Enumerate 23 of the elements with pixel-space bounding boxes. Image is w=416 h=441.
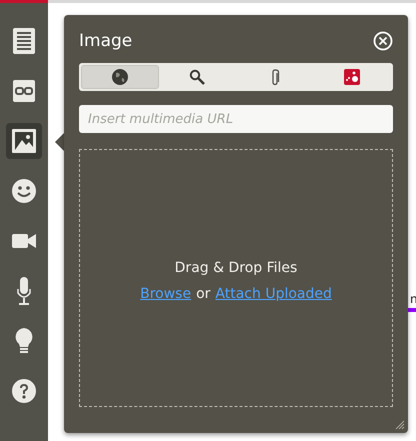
app-icon	[344, 69, 360, 85]
drop-text: Drag & Drop Files	[174, 260, 298, 276]
link-icon	[13, 80, 35, 102]
resize-handle-icon[interactable]	[395, 420, 405, 430]
search-icon	[189, 69, 206, 85]
close-icon[interactable]	[373, 31, 393, 51]
drop-zone[interactable]: Drag & Drop Files Browse or Attach Uploaded	[79, 149, 393, 407]
smiley-icon	[12, 179, 36, 203]
attach-uploaded-link[interactable]: Attach Uploaded	[215, 286, 332, 302]
microphone-icon	[16, 277, 32, 305]
video-camera-icon	[12, 233, 36, 249]
url-field[interactable]: Insert multimedia URL	[79, 105, 393, 133]
sidebar-button[interactable]	[6, 123, 42, 159]
or-text: or	[196, 286, 210, 302]
document-icon	[13, 28, 35, 54]
image-icon	[12, 129, 36, 153]
light-bulb-icon	[14, 328, 34, 354]
paperclip-icon	[270, 68, 280, 86]
help-icon	[12, 379, 36, 403]
browse-link[interactable]: Browse	[140, 286, 192, 302]
source-tab[interactable]	[81, 65, 158, 89]
globe-icon	[112, 69, 128, 85]
panel-title: Image	[79, 31, 132, 51]
